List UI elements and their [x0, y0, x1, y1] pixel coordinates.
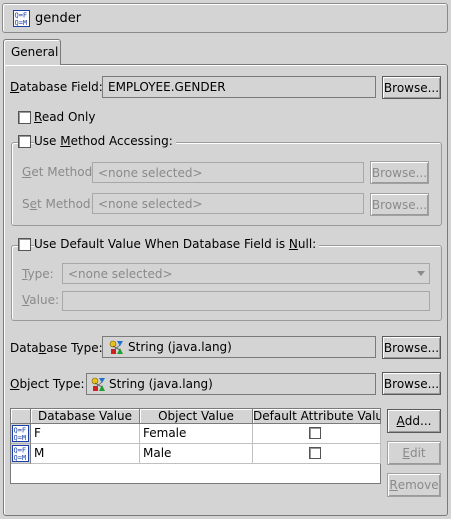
database-type-browse-button[interactable]: Browse... — [382, 336, 441, 359]
default-attribute-checkbox[interactable] — [309, 427, 321, 439]
column-header-object-value[interactable]: Object Value — [140, 409, 253, 424]
default-type-select: <none selected> — [62, 263, 430, 284]
object-type-browse-button[interactable]: Browse... — [382, 372, 441, 395]
edit-button[interactable]: Edit — [387, 441, 441, 465]
mapping-header: gender — [2, 3, 448, 33]
table-cell-database-value[interactable]: F — [31, 424, 140, 444]
get-method-input: <none selected> — [92, 162, 364, 183]
set-method-label: Set Method: — [22, 197, 95, 211]
table-cell-object-value[interactable]: Female — [140, 424, 253, 444]
default-type-label: Type: — [22, 267, 54, 281]
default-value-label: Use Default Value When Database Field is… — [34, 237, 320, 251]
table-row-header — [11, 424, 31, 444]
mapping-title: gender — [35, 11, 82, 26]
object-type-label: Object Type: — [10, 377, 85, 391]
database-field-browse-button[interactable]: Browse... — [382, 76, 441, 99]
tab-general[interactable]: General — [3, 39, 61, 65]
default-value-checkbox[interactable] — [18, 238, 31, 251]
get-method-label: Get Method: — [22, 165, 97, 179]
object-type-field: String (java.lang) — [86, 373, 376, 395]
set-method-input: <none selected> — [92, 193, 364, 214]
set-method-browse-button[interactable]: Browse... — [370, 193, 429, 216]
add-button[interactable]: Add... — [387, 409, 441, 433]
table-row-header — [11, 444, 31, 464]
database-field-input: EMPLOYEE.GENDER — [102, 76, 376, 98]
table-corner — [11, 409, 31, 424]
column-header-database-value[interactable]: Database Value — [31, 409, 140, 424]
method-accessing-label: Use Method Accessing: — [34, 134, 176, 148]
direct-to-field-mapping-icon — [13, 10, 30, 27]
column-header-default-attribute-value[interactable]: Default Attribute Value — [253, 409, 381, 424]
remove-button[interactable]: Remove — [387, 473, 441, 497]
type-icon — [109, 340, 124, 355]
table-cell-database-value[interactable]: M — [31, 444, 140, 464]
chevron-down-icon — [417, 271, 425, 276]
default-attribute-checkbox[interactable] — [309, 447, 321, 459]
table-cell-default — [253, 424, 381, 444]
get-method-browse-button[interactable]: Browse... — [370, 161, 429, 184]
database-field-label: Database Field: — [10, 80, 103, 94]
read-only-label: Read Only — [34, 110, 96, 124]
tab-general-label: General — [11, 45, 59, 59]
table-cell-default — [253, 444, 381, 464]
direct-to-field-mapping-icon — [12, 445, 29, 462]
database-type-field: String (java.lang) — [102, 336, 376, 358]
database-type-label: Database Type: — [10, 341, 103, 355]
table-cell-object-value[interactable]: Male — [140, 444, 253, 464]
type-icon — [91, 377, 106, 392]
conversion-value-table[interactable]: Database Value Object Value Default Attr… — [10, 408, 381, 484]
default-value-value-label: Value: — [22, 293, 59, 307]
method-accessing-checkbox[interactable] — [18, 135, 31, 148]
direct-to-field-mapping-icon — [12, 425, 29, 442]
default-value-input — [62, 291, 430, 311]
read-only-checkbox[interactable] — [18, 111, 31, 124]
